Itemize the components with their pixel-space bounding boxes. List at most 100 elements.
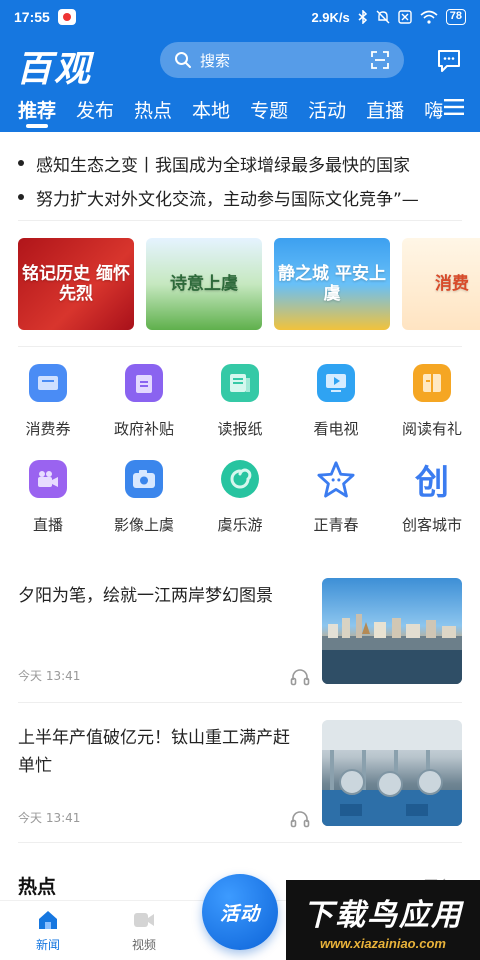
video-icon [134, 913, 154, 927]
news-thumbnail [322, 720, 462, 826]
app-screen: 17:55 2.9K/s 78 百观 搜索 推荐 发布 热点 本地 专题 活动 … [0, 0, 480, 960]
ticker-item[interactable]: 努力扩大对外文化交流，主动参与国际文化竞争”— [18, 180, 468, 214]
watermark-url: www.xiazainiao.com [320, 935, 446, 951]
banner-text: 诗意上虞 [170, 274, 238, 294]
ticket-icon [29, 364, 67, 402]
channel-tabs: 推荐 发布 热点 本地 专题 活动 直播 嗨 [0, 88, 480, 132]
service-label: 正青春 [313, 516, 359, 534]
service-label: 看电视 [313, 420, 359, 438]
banner-text: 静之城 平安上虞 [278, 264, 386, 304]
app-header: 17:55 2.9K/s 78 百观 搜索 推荐 发布 热点 本地 专题 活动 … [0, 0, 480, 132]
service-live[interactable]: 直播 [0, 460, 96, 556]
message-icon[interactable] [434, 46, 464, 76]
home-icon [39, 911, 57, 929]
news-time: 今天 13:41 [18, 811, 81, 825]
news-item[interactable]: 夕阳为笔，绘就一江两岸梦幻图景 今天 13:41 [18, 578, 462, 688]
service-label: 直播 [32, 516, 63, 534]
watermark: 下载鸟应用 www.xiazainiao.com [286, 880, 480, 960]
net-speed: 2.9K/s [311, 9, 350, 25]
fab-label: 活动 [219, 902, 260, 925]
watermark-main: 下载鸟应用 [303, 897, 463, 933]
channel-menu-icon[interactable] [444, 98, 464, 116]
news-thumbnail [322, 578, 462, 684]
search-icon [175, 52, 191, 68]
bullet-icon [18, 160, 24, 166]
banner-text: 消费 [435, 274, 469, 294]
service-maker-city[interactable]: 创 创客城市 [384, 460, 480, 556]
ticker-text: 努力扩大对外文化交流，主动参与国际文化竞争”— [36, 189, 419, 210]
news-title: 夕阳为笔，绘就一江两岸梦幻图景 [18, 586, 273, 606]
service-reading-gift[interactable]: 阅读有礼 [384, 364, 480, 460]
banner-consumption[interactable]: 消费 [402, 238, 480, 330]
service-grid: 消费券 政府补贴 读报纸 看电视 阅读有礼 直播 影像上虞 虞乐游 正青春 创 … [0, 364, 480, 556]
tab-activity[interactable]: 活动 [308, 88, 346, 132]
nav-news[interactable]: 新闻 [0, 901, 96, 960]
service-label: 读报纸 [217, 420, 263, 438]
service-youth[interactable]: 正青春 [288, 460, 384, 556]
no-sim-icon [398, 10, 412, 24]
service-photo[interactable]: 影像上虞 [96, 460, 192, 556]
service-coupon[interactable]: 消费券 [0, 364, 96, 460]
divider [18, 346, 462, 347]
section-title-hot: 热点 [18, 876, 57, 898]
battery-indicator: 78 [445, 9, 466, 25]
star-face-icon [317, 460, 355, 498]
news-time: 今天 13:41 [18, 669, 81, 683]
nav-video[interactable]: 视频 [96, 901, 192, 960]
banner-text: 铭记历史 缅怀先烈 [22, 264, 130, 304]
tab-recommend[interactable]: 推荐 [18, 88, 56, 132]
book-gift-icon [413, 364, 451, 402]
service-label: 影像上虞 [113, 516, 174, 534]
divider [18, 842, 462, 843]
banner-carousel: 铭记历史 缅怀先烈 诗意上虞 静之城 平安上虞 消费 [18, 238, 480, 330]
clipboard-icon [125, 364, 163, 402]
bullet-icon [18, 194, 24, 200]
service-label: 消费券 [25, 420, 71, 438]
headline-ticker: 感知生态之变丨我国成为全球增绿最多最快的国家 努力扩大对外文化交流，主动参与国际… [18, 146, 468, 214]
ticker-item[interactable]: 感知生态之变丨我国成为全球增绿最多最快的国家 [18, 146, 468, 180]
ticker-text: 感知生态之变丨我国成为全球增绿最多最快的国家 [36, 155, 410, 176]
tab-live[interactable]: 直播 [366, 88, 404, 132]
service-label: 虞乐游 [217, 516, 263, 534]
service-label: 阅读有礼 [401, 420, 462, 438]
notification-app-icon [57, 9, 76, 25]
headphone-icon[interactable] [290, 810, 310, 828]
scan-icon[interactable] [370, 50, 390, 70]
tab-hot[interactable]: 热点 [134, 88, 172, 132]
tab-topics[interactable]: 专题 [250, 88, 288, 132]
swirl-icon [221, 460, 259, 498]
tab-publish[interactable]: 发布 [76, 88, 114, 132]
search-bar[interactable]: 搜索 [160, 42, 404, 78]
news-item[interactable]: 上半年产值破亿元！钛山重工满产赶单忙 今天 13:41 [18, 720, 462, 830]
service-newspaper[interactable]: 读报纸 [192, 364, 288, 460]
top-bar: 百观 搜索 [0, 36, 480, 90]
service-tv[interactable]: 看电视 [288, 364, 384, 460]
tab-hi[interactable]: 嗨 [424, 88, 443, 132]
bluetooth-icon [358, 10, 367, 24]
service-tourism[interactable]: 虞乐游 [192, 460, 288, 556]
headphone-icon[interactable] [290, 668, 310, 686]
status-time: 17:55 [14, 9, 50, 25]
nav-label: 视频 [131, 938, 156, 952]
mute-bell-icon [376, 10, 390, 24]
divider [18, 702, 462, 703]
activity-fab-button[interactable]: 活动 [202, 874, 278, 950]
service-subsidy[interactable]: 政府补贴 [96, 364, 192, 460]
tv-play-icon [317, 364, 355, 402]
chuang-icon: 创 [415, 462, 449, 503]
camera-live-icon [29, 460, 67, 498]
status-bar: 17:55 2.9K/s 78 [0, 0, 480, 34]
newspaper-icon [221, 364, 259, 402]
photo-camera-icon [125, 460, 163, 498]
service-label: 创客城市 [401, 516, 462, 534]
divider [18, 220, 462, 221]
wifi-icon [420, 10, 438, 24]
banner-poetic[interactable]: 诗意上虞 [146, 238, 262, 330]
nav-label: 新闻 [35, 938, 60, 952]
news-title: 上半年产值破亿元！钛山重工满产赶单忙 [18, 728, 290, 776]
banner-memorial[interactable]: 铭记历史 缅怀先烈 [18, 238, 134, 330]
banner-safe-city[interactable]: 静之城 平安上虞 [274, 238, 390, 330]
app-logo: 百观 [16, 48, 93, 90]
tab-local[interactable]: 本地 [192, 88, 230, 132]
service-label: 政府补贴 [113, 420, 174, 438]
